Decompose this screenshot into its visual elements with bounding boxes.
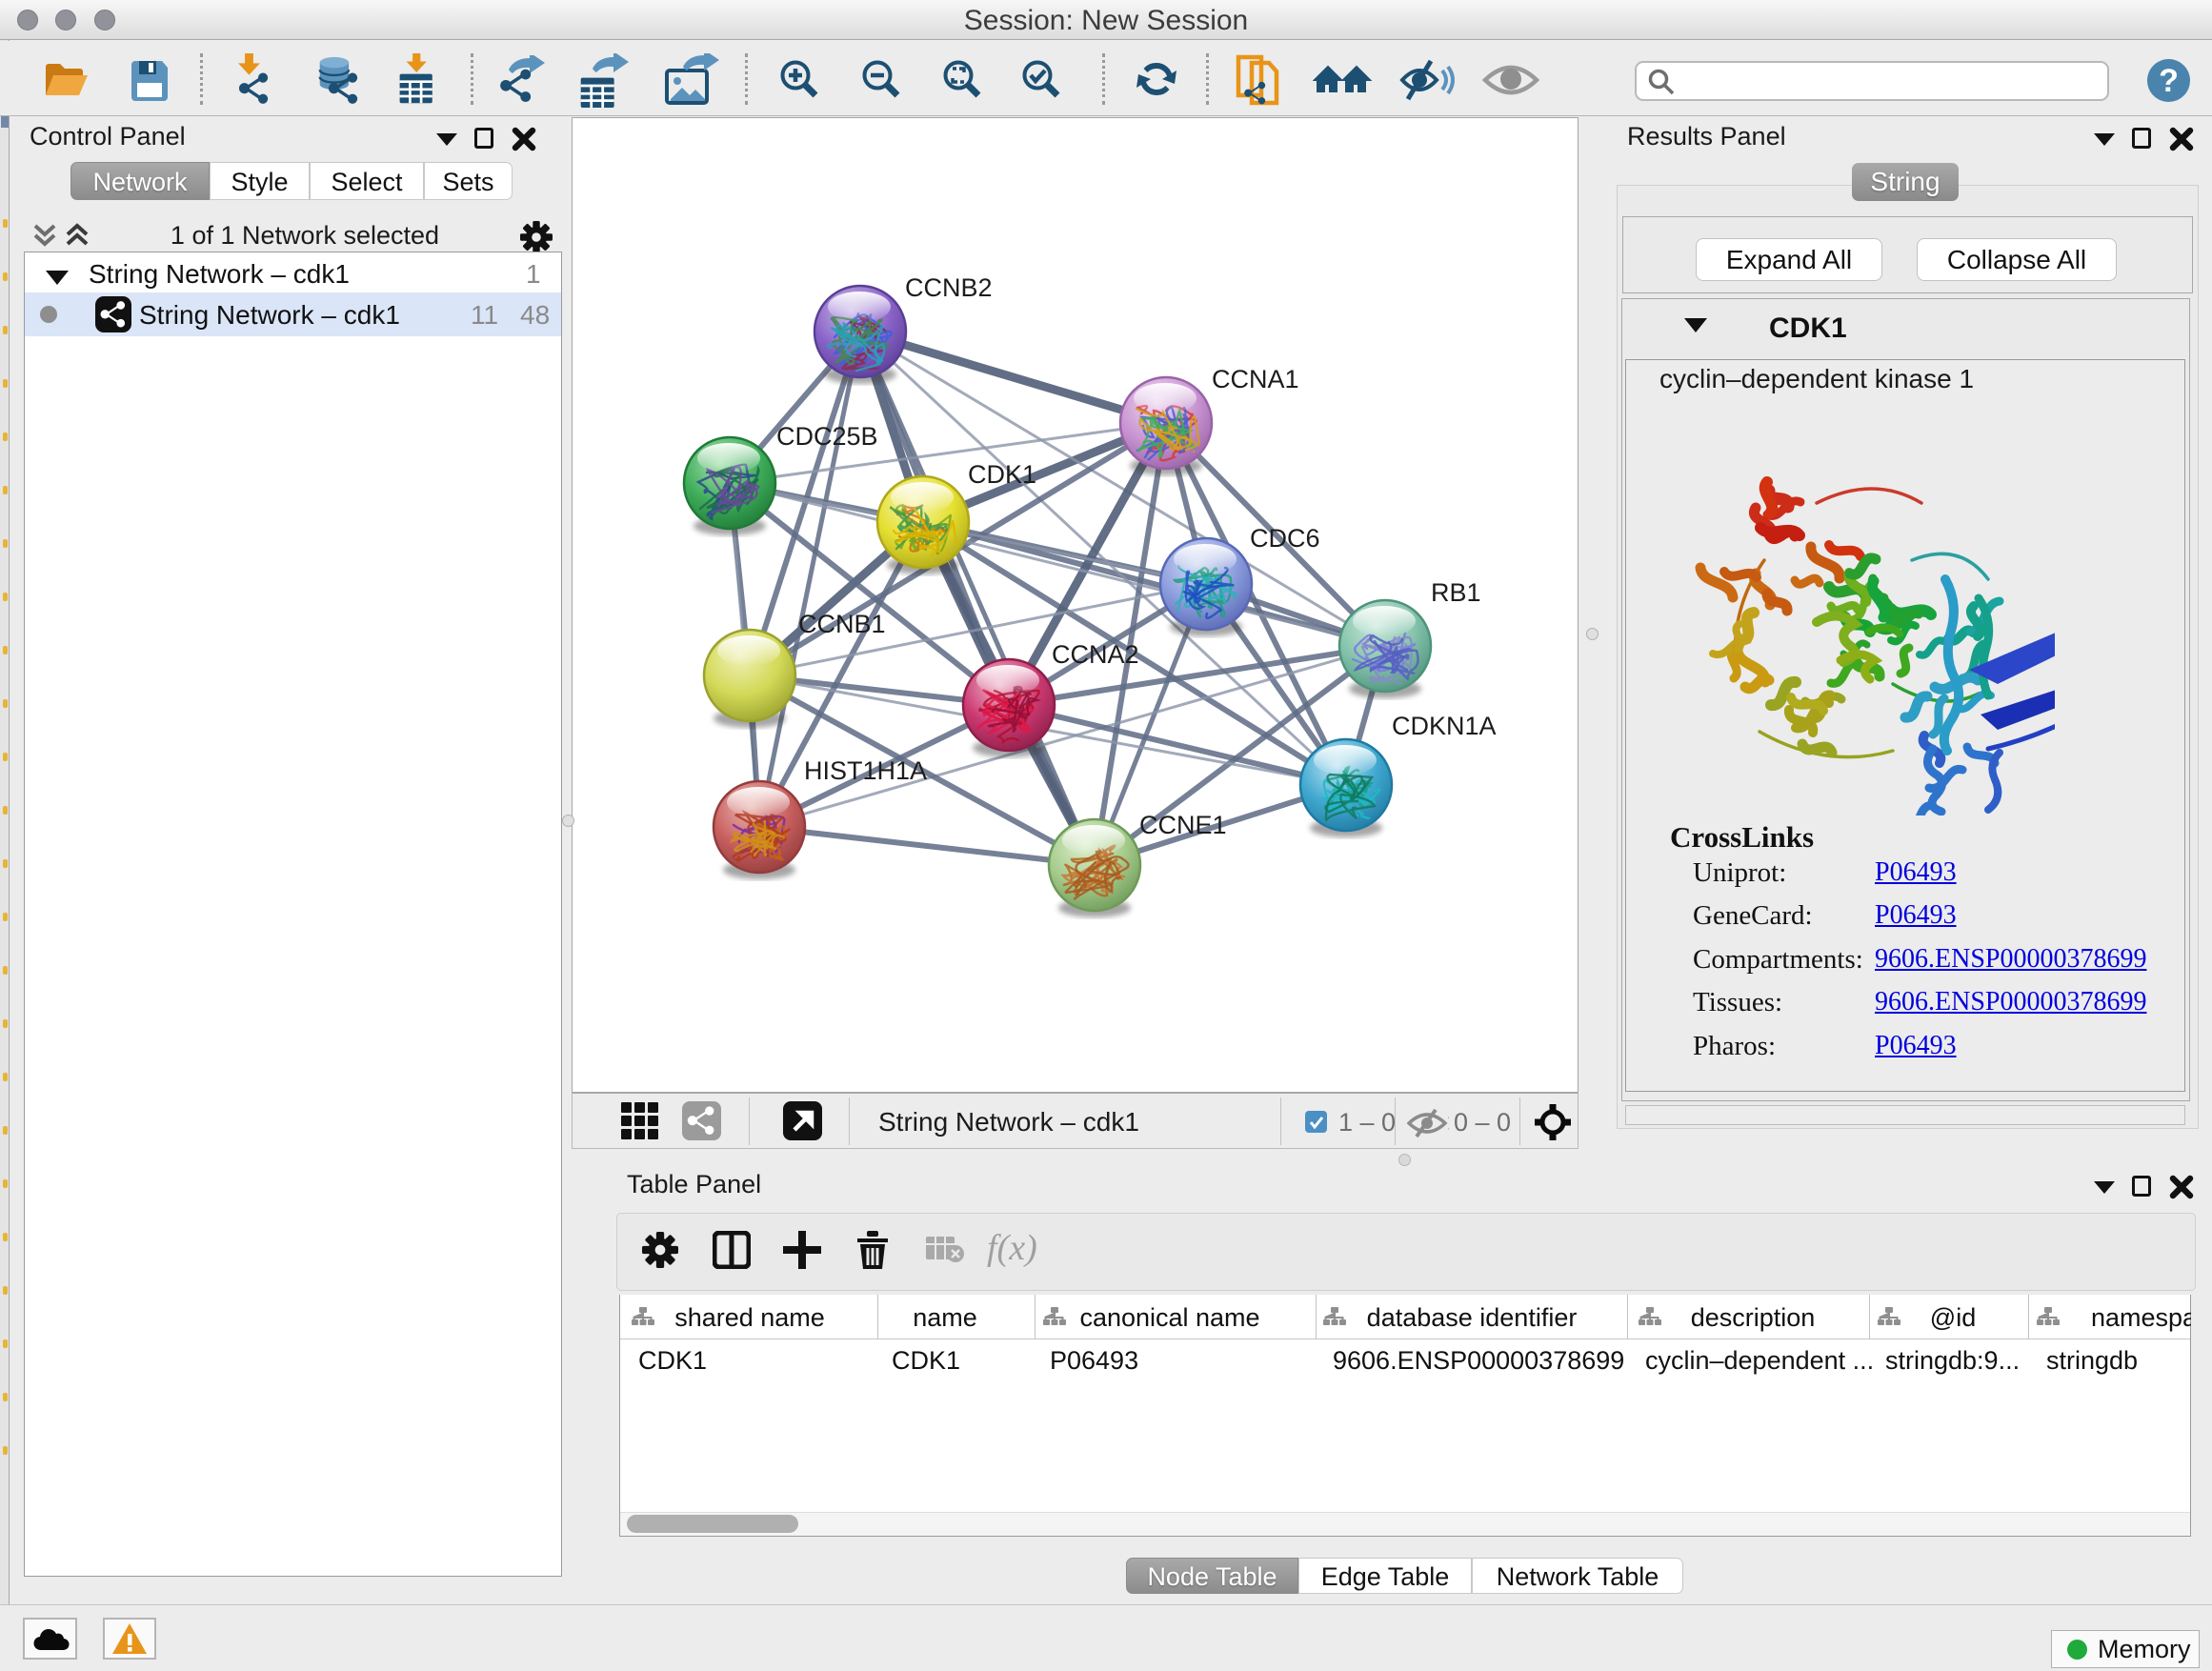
- svg-text:CDKN1A: CDKN1A: [1392, 712, 1497, 740]
- svg-text:CCNE1: CCNE1: [1139, 811, 1227, 839]
- svg-text:CDC25B: CDC25B: [776, 422, 878, 451]
- svg-text:CCNA1: CCNA1: [1212, 365, 1299, 393]
- svg-text:CDC6: CDC6: [1250, 524, 1320, 553]
- svg-text:HIST1H1A: HIST1H1A: [804, 756, 927, 785]
- svg-text:CDK1: CDK1: [968, 460, 1036, 489]
- svg-text:CCNB2: CCNB2: [905, 273, 993, 302]
- svg-text:RB1: RB1: [1431, 578, 1481, 607]
- svg-text:CCNA2: CCNA2: [1052, 640, 1139, 669]
- svg-text:CCNB1: CCNB1: [798, 610, 886, 638]
